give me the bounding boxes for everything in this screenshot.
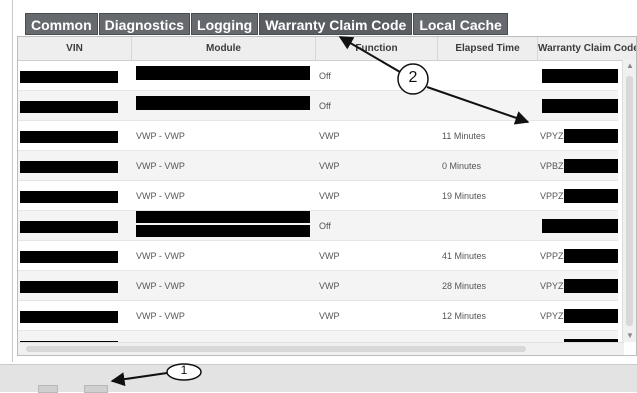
horizontal-scrollbar[interactable]: [18, 342, 624, 355]
warranty-code-redaction: [542, 99, 618, 113]
vin-redaction: [20, 191, 118, 203]
tab-common[interactable]: Common: [25, 13, 98, 35]
vertical-scroll-thumb[interactable]: [626, 76, 633, 326]
vertical-scrollbar[interactable]: ▲ ▼: [622, 60, 636, 342]
table-row[interactable]: VWP - VWP VWP 19 Minutes VPPZ: [18, 181, 618, 211]
module-cell: VWP - VWP: [136, 281, 185, 291]
module-redaction: [136, 225, 310, 237]
function-cell: Off: [319, 101, 331, 111]
elapsed-time-cell: 11 Minutes: [442, 131, 486, 141]
elapsed-time-cell: 12 Minutes: [442, 311, 487, 321]
column-header-warranty-claim-code[interactable]: Warranty Claim Code: [538, 37, 636, 60]
tab-local-cache[interactable]: Local Cache: [413, 13, 508, 35]
module-cell: VWP - VWP: [136, 131, 185, 141]
function-cell: VWP: [319, 281, 340, 291]
function-cell: VWP: [319, 131, 340, 141]
elapsed-time-cell: 28 Minutes: [442, 281, 487, 291]
callout-1-number: 1: [180, 363, 188, 377]
module-cell: VWP - VWP: [136, 251, 185, 261]
vin-redaction: [20, 131, 118, 143]
function-cell: Off: [319, 221, 331, 231]
column-header-elapsed-time[interactable]: Elapsed Time: [438, 37, 538, 60]
vin-redaction: [20, 161, 118, 173]
callout-2-number: 2: [408, 69, 418, 86]
warranty-code-redaction: [542, 219, 618, 233]
warranty-code-redaction: [564, 309, 618, 323]
table-row[interactable]: Off: [18, 91, 618, 121]
table-row[interactable]: Off: [18, 211, 618, 241]
vin-redaction: [20, 101, 118, 113]
scroll-down-icon[interactable]: ▼: [623, 330, 636, 342]
horizontal-scroll-thumb[interactable]: [26, 346, 526, 352]
table-row[interactable]: VWP - VWP VWP 12 Minutes VPYZ: [18, 301, 618, 331]
elapsed-time-cell: 41 Minutes: [442, 251, 487, 261]
elapsed-time-cell: [442, 91, 532, 121]
warranty-code-redaction: [564, 129, 618, 143]
vin-redaction: [20, 221, 118, 233]
tab-bar: Common Diagnostics Logging Warranty Clai…: [25, 13, 509, 35]
column-header-function[interactable]: Function: [316, 37, 438, 60]
warranty-code-redaction: [564, 159, 618, 173]
warranty-claim-grid: VIN Module Function Elapsed Time Warrant…: [17, 36, 637, 356]
warranty-code-redaction: [564, 189, 618, 203]
column-header-module[interactable]: Module: [132, 37, 316, 60]
bottom-toolbar-button[interactable]: [84, 385, 108, 393]
table-row[interactable]: VWP - VWP VWP 11 Minutes VPYZ: [18, 121, 618, 151]
warranty-code-redaction: [564, 249, 618, 263]
vin-redaction: [20, 71, 118, 83]
grid-header: VIN Module Function Elapsed Time Warrant…: [18, 37, 636, 61]
tab-logging[interactable]: Logging: [191, 13, 259, 35]
module-redaction: [136, 211, 310, 223]
vin-redaction: [20, 281, 118, 293]
warranty-code-redaction: [542, 69, 618, 83]
tab-warranty-claim-code[interactable]: Warranty Claim Code: [259, 13, 413, 35]
elapsed-time-cell: 19 Minutes: [442, 191, 487, 201]
table-row[interactable]: VWP - VWP VWP 0 Minutes VPBZ: [18, 151, 618, 181]
module-cell: VWP - VWP: [136, 311, 185, 321]
vin-redaction: [20, 251, 118, 263]
vin-redaction: [20, 311, 118, 323]
scroll-up-icon[interactable]: ▲: [623, 60, 636, 72]
table-row[interactable]: Off: [18, 61, 618, 91]
tab-diagnostics[interactable]: Diagnostics: [98, 13, 191, 35]
elapsed-time-cell: [442, 211, 532, 241]
elapsed-time-cell: 0 Minutes: [442, 161, 482, 171]
table-row[interactable]: VWP - VWP VWP 28 Minutes VPYZ: [18, 271, 618, 301]
left-guide-line: [12, 0, 13, 362]
module-cell: VWP - VWP: [136, 191, 185, 201]
module-cell: VWP - VWP: [136, 161, 185, 171]
module-redaction: [136, 96, 310, 110]
function-cell: VWP: [319, 161, 340, 171]
column-header-vin[interactable]: VIN: [18, 37, 132, 60]
module-redaction: [136, 66, 310, 80]
function-cell: VWP: [319, 311, 340, 321]
bottom-toolbar-button[interactable]: [38, 385, 58, 393]
function-cell: VWP: [319, 191, 340, 201]
function-cell: VWP: [319, 251, 340, 261]
table-row[interactable]: VWP - VWP VWP 41 Minutes VPPZ: [18, 241, 618, 271]
elapsed-time-cell: [442, 61, 532, 91]
warranty-code-redaction: [564, 279, 618, 293]
